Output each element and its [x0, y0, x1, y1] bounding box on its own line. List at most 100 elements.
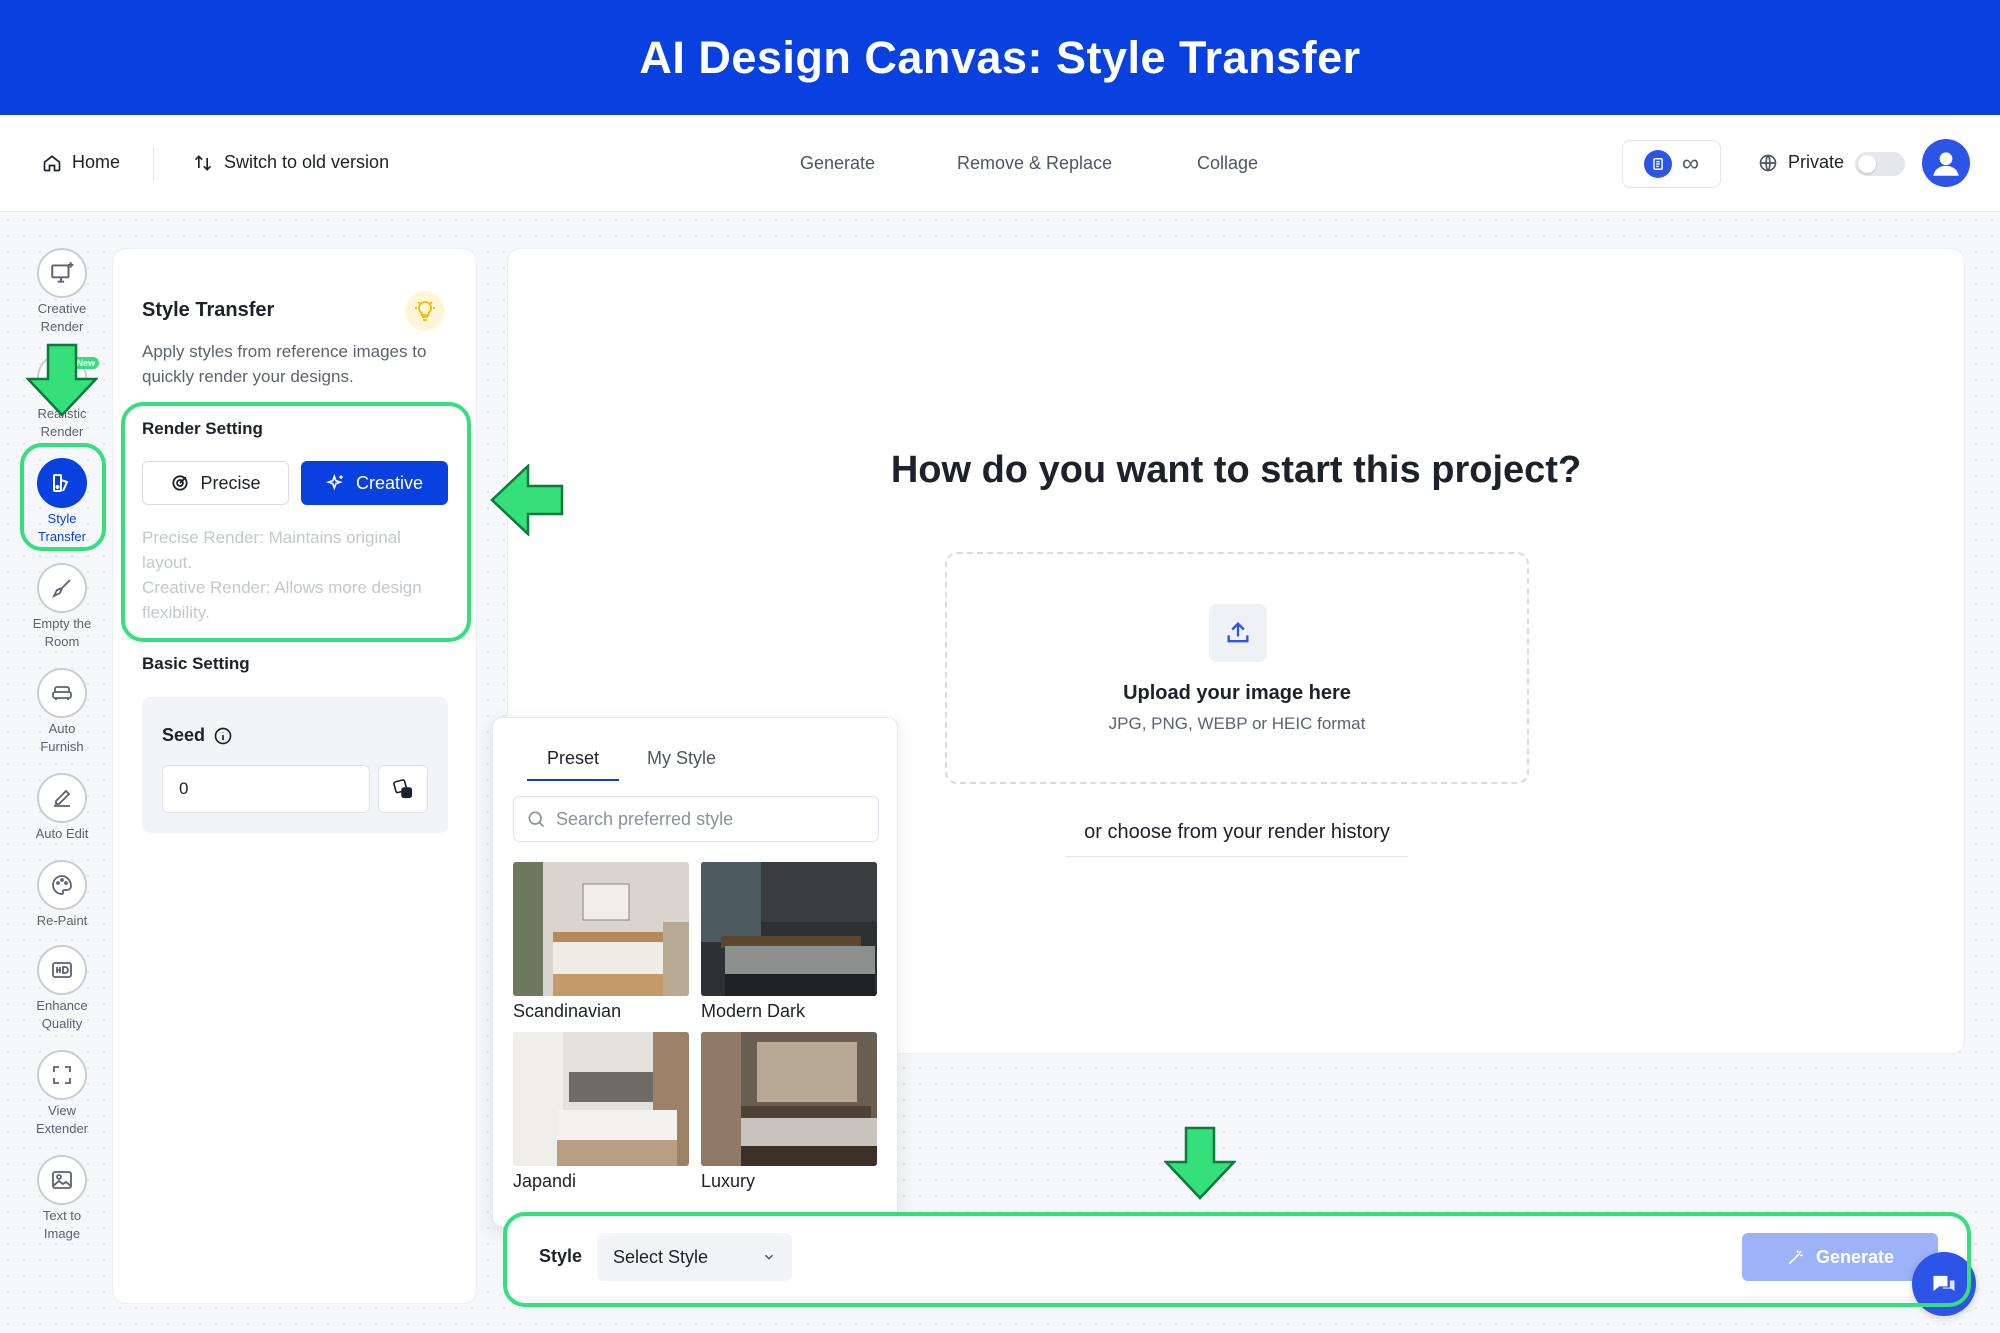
- tool-label: Enhance: [36, 998, 88, 1013]
- nav-remove-replace[interactable]: Remove & Replace: [957, 153, 1112, 174]
- credit-coin-icon: [1643, 150, 1672, 178]
- style-select-value: Select Style: [613, 1246, 709, 1267]
- upload-dropzone[interactable]: Upload your image here JPG, PNG, WEBP or…: [945, 552, 1529, 784]
- nav-generate[interactable]: Generate: [800, 153, 875, 174]
- scandinavian-thumbnail: [513, 862, 689, 996]
- tips-button[interactable]: [405, 291, 445, 331]
- creative-label: Creative: [355, 472, 424, 493]
- seed-label: Seed: [162, 725, 206, 745]
- tool-label: Empty the: [32, 616, 92, 631]
- paint-palette-icon: [52, 875, 72, 895]
- tool-label: Auto: [48, 721, 76, 736]
- tool-empty-room[interactable]: Empty the Room: [18, 563, 106, 651]
- style-option-luxury[interactable]: Luxury: [701, 1032, 877, 1192]
- canvas-question: How do you want to start this project?: [890, 449, 1582, 491]
- upload-title: Upload your image here: [1123, 682, 1351, 704]
- globe-icon: [1759, 154, 1777, 171]
- upload-formats: JPG, PNG, WEBP or HEIC format: [1108, 714, 1366, 733]
- style-name: Japandi: [513, 1171, 577, 1191]
- nav-collage[interactable]: Collage: [1197, 153, 1258, 174]
- privacy-label: Private: [1788, 152, 1845, 172]
- chat-support-button[interactable]: [1912, 1252, 1976, 1316]
- luxury-thumbnail: [701, 1032, 877, 1166]
- info-icon[interactable]: [213, 726, 233, 746]
- tool-label: Creative: [37, 301, 87, 316]
- precise-button[interactable]: Precise: [142, 461, 289, 505]
- tool-enhance-quality[interactable]: Enhance Quality: [18, 945, 106, 1033]
- chevron-down-icon: [764, 1254, 774, 1260]
- tab-my-style[interactable]: My Style: [647, 748, 716, 779]
- style-option-japandi[interactable]: Japandi: [513, 1032, 689, 1192]
- seed-input[interactable]: 0: [162, 765, 370, 813]
- panel-description: Apply styles from reference images to qu…: [142, 342, 427, 386]
- tool-label: Render: [40, 319, 84, 334]
- tool-label: Style: [47, 511, 77, 526]
- credits-indicator[interactable]: ∞: [1622, 140, 1721, 188]
- tool-view-extender[interactable]: View Extender: [18, 1050, 106, 1138]
- tool-label: Extender: [35, 1121, 89, 1136]
- render-setting-heading: Render Setting: [142, 419, 263, 438]
- switch-old-label: Switch to old version: [224, 152, 390, 172]
- tool-style-transfer[interactable]: Style Transfer: [18, 458, 106, 546]
- sparkle-icon: [325, 473, 343, 491]
- monitor-sparkle-icon: [51, 262, 74, 283]
- credits-value: ∞: [1681, 150, 1700, 177]
- creative-note: Creative Render: Allows more design flex…: [142, 578, 422, 622]
- creative-button[interactable]: Creative: [301, 461, 448, 505]
- home-link[interactable]: Home: [42, 152, 120, 173]
- tool-label: Room: [44, 634, 80, 649]
- style-picker-popup: Preset My Style Search preferred style S…: [492, 717, 898, 1227]
- switch-icon: [194, 154, 212, 171]
- dice-icon: [393, 779, 413, 799]
- tab-preset[interactable]: Preset: [527, 748, 619, 781]
- target-icon: [172, 475, 189, 491]
- upload-icon: [1209, 604, 1267, 662]
- generate-button[interactable]: Generate: [1742, 1233, 1938, 1281]
- style-label: Style: [539, 1246, 583, 1266]
- tool-re-paint[interactable]: Re-Paint: [18, 860, 106, 930]
- tool-creative-render[interactable]: Creative Render: [18, 248, 106, 336]
- seed-section: Seed 0: [142, 697, 448, 833]
- user-icon: [1933, 152, 1959, 176]
- tool-realistic-render[interactable]: New Realistic Render: [18, 353, 106, 441]
- render-history-link[interactable]: or choose from your render history: [1066, 817, 1408, 857]
- tool-label: Furnish: [40, 739, 84, 754]
- tool-label: Auto Edit: [35, 826, 89, 841]
- search-placeholder: Search preferred style: [556, 808, 734, 829]
- private-toggle[interactable]: [1855, 152, 1905, 176]
- tool-label: Re-Paint: [36, 913, 88, 928]
- tutorial-banner: AI Design Canvas: Style Transfer: [0, 0, 2000, 115]
- tool-label: Render: [40, 424, 84, 439]
- style-search-input[interactable]: Search preferred style: [513, 796, 879, 842]
- sofa-icon: [52, 686, 72, 700]
- tool-label: Image: [43, 1226, 81, 1241]
- modern-dark-thumbnail: [701, 862, 877, 996]
- japandi-thumbnail: [513, 1032, 689, 1166]
- divider: [153, 148, 154, 180]
- switch-old-version-link[interactable]: Switch to old version: [192, 152, 389, 173]
- edit-icon: [54, 789, 71, 807]
- style-option-modern-dark[interactable]: Modern Dark: [701, 862, 877, 1022]
- style-name: Modern Dark: [701, 1001, 806, 1021]
- user-avatar[interactable]: [1922, 139, 1970, 187]
- home-label: Home: [72, 152, 121, 172]
- tool-label: Quality: [41, 1016, 83, 1031]
- home-icon: [43, 154, 61, 171]
- tool-auto-edit[interactable]: Auto Edit: [18, 773, 106, 843]
- tool-label: View: [48, 1103, 76, 1118]
- search-icon: [528, 811, 545, 828]
- panel-title: Style Transfer: [142, 299, 275, 321]
- style-option-scandinavian[interactable]: Scandinavian: [513, 862, 689, 1022]
- top-bar: Home Switch to old version Generate Remo…: [0, 115, 2000, 212]
- banner-title: AI Design Canvas: Style Transfer: [639, 31, 1361, 83]
- palette-icon: [53, 474, 69, 492]
- chat-icon: [1933, 1275, 1955, 1291]
- randomize-seed-button[interactable]: [378, 765, 428, 813]
- basic-setting-heading: Basic Setting: [142, 654, 250, 673]
- bottom-action-bar: Style Select Style Generate: [507, 1216, 1965, 1296]
- tool-text-to-image[interactable]: Text to Image: [18, 1155, 106, 1243]
- seed-label-row: Seed: [162, 725, 233, 746]
- tool-auto-furnish[interactable]: Auto Furnish: [18, 668, 106, 756]
- tool-label: Text to: [42, 1208, 82, 1223]
- style-select[interactable]: Select Style: [597, 1233, 792, 1281]
